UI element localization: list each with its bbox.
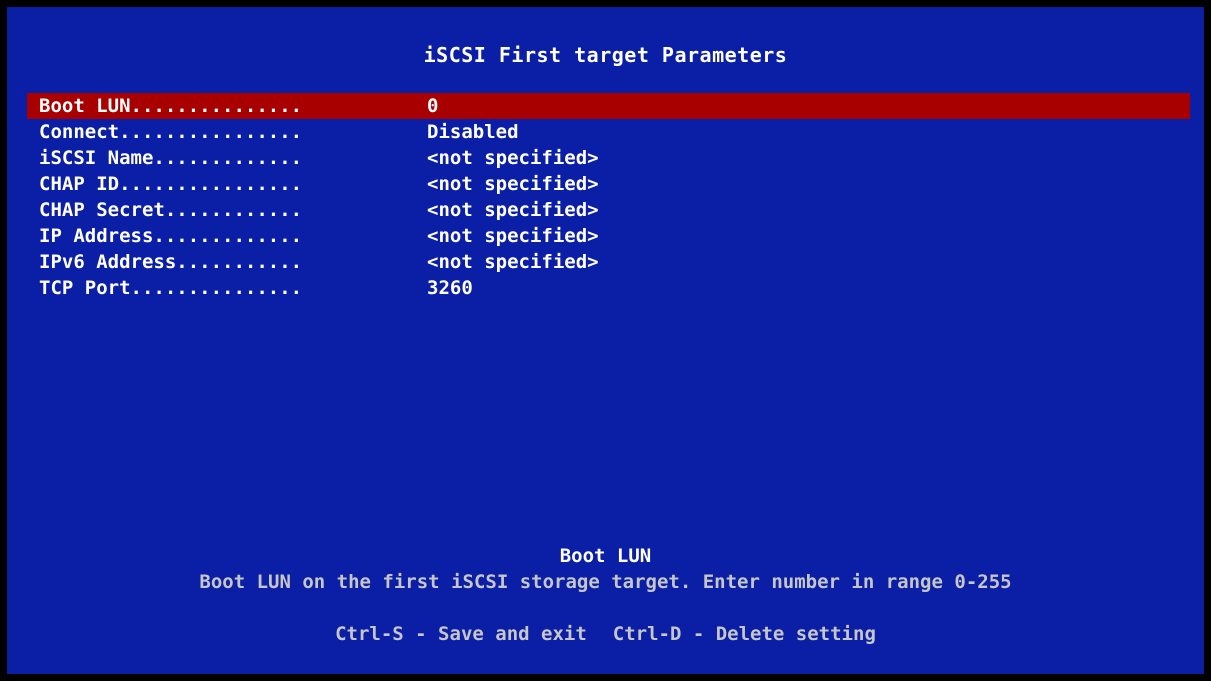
bios-screen: iSCSI First target Parameters Boot LUN..… [7, 7, 1204, 674]
menu-item-value: <not specified> [427, 173, 599, 195]
menu-item-value: <not specified> [427, 251, 599, 273]
menu-item-chap-secret[interactable]: CHAP Secret............ <not specified> [27, 197, 1190, 223]
menu-item-connect[interactable]: Connect................ Disabled [27, 119, 1190, 145]
menu-item-tcp-port[interactable]: TCP Port............... 3260 [27, 275, 1190, 301]
delete-setting-hint: Ctrl-D - Delete setting [612, 623, 876, 645]
key-hints: Ctrl-S - Save and exit Ctrl-D - Delete s… [7, 623, 1204, 645]
help-title: Boot LUN [559, 545, 652, 567]
menu-item-ip-address[interactable]: IP Address............. <not specified> [27, 223, 1190, 249]
menu-item-value: <not specified> [427, 199, 599, 221]
menu-item-label: IPv6 Address........... [39, 251, 303, 273]
page-title: iSCSI First target Parameters [423, 43, 788, 67]
menu-item-value: 0 [427, 95, 439, 117]
menu-item-ipv6-address[interactable]: IPv6 Address........... <not specified> [27, 249, 1190, 275]
menu-item-iscsi-name[interactable]: iSCSI Name............. <not specified> [27, 145, 1190, 171]
menu-item-label: TCP Port............... [39, 277, 303, 299]
parameter-menu: Boot LUN............... 0 Connect.......… [27, 93, 1190, 301]
menu-item-chap-id[interactable]: CHAP ID................ <not specified> [27, 171, 1190, 197]
menu-item-label: IP Address............. [39, 225, 303, 247]
save-and-exit-hint: Ctrl-S - Save and exit [335, 623, 587, 645]
menu-item-value: <not specified> [427, 147, 599, 169]
menu-item-value: <not specified> [427, 225, 599, 247]
menu-item-label: CHAP ID................ [39, 173, 303, 195]
menu-item-label: Connect................ [39, 121, 303, 143]
menu-item-boot-lun[interactable]: Boot LUN............... 0 [27, 93, 1190, 119]
menu-item-label: CHAP Secret............ [39, 199, 303, 221]
help-description: Boot LUN on the first iSCSI storage targ… [199, 571, 1012, 593]
menu-item-value: 3260 [427, 277, 473, 299]
menu-item-value: Disabled [427, 121, 519, 143]
menu-item-label: iSCSI Name............. [39, 147, 303, 169]
menu-item-label: Boot LUN............... [39, 95, 303, 117]
